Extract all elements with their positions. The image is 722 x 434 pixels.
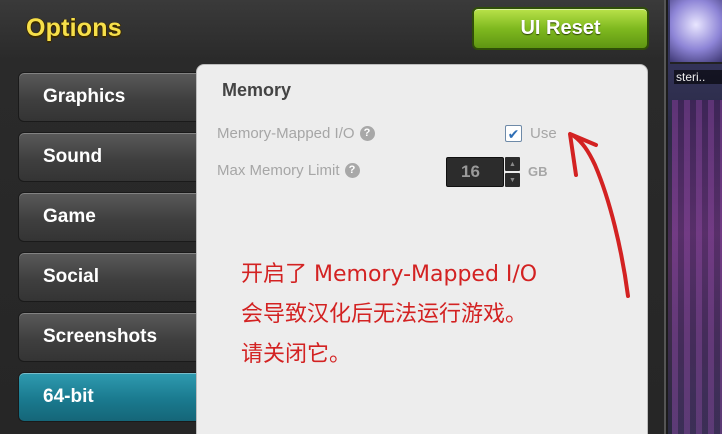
memory-mapped-row: Memory-Mapped I/O ?	[217, 125, 375, 142]
nav-item-game[interactable]: Game	[18, 192, 208, 242]
nav-item-screenshots[interactable]: Screenshots	[18, 312, 208, 362]
use-label: Use	[530, 125, 557, 142]
character-avatar	[670, 0, 722, 64]
window-title: Options	[26, 14, 122, 42]
max-memory-label: Max Memory Limit	[217, 162, 340, 179]
options-window: Options UI Reset Graphics Sound Game Soc…	[0, 0, 666, 434]
max-memory-stepper[interactable]: ▲ ▼	[505, 157, 520, 187]
memory-mapped-label: Memory-Mapped I/O	[217, 125, 355, 142]
nav-item-graphics[interactable]: Graphics	[18, 72, 208, 122]
nav-item-sound[interactable]: Sound	[18, 132, 208, 182]
max-memory-input[interactable]: 16	[446, 157, 504, 187]
unit-label: GB	[528, 164, 548, 179]
annotation-line-1: 开启了 Memory-Mapped I/O	[241, 262, 538, 287]
annotation-note: 开启了 Memory-Mapped I/O 会导致汉化后无法运行游戏。 请关闭它…	[241, 255, 641, 375]
character-name-label: steri..	[674, 70, 722, 84]
annotation-line-3: 请关闭它。	[241, 342, 352, 367]
settings-panel: Memory Memory-Mapped I/O ? ✔ Use Max Mem…	[196, 64, 648, 434]
help-icon[interactable]: ?	[344, 163, 360, 178]
stepper-up-icon[interactable]: ▲	[505, 157, 520, 171]
annotation-line-2: 会导致汉化后无法运行游戏。	[241, 302, 528, 327]
nav-item-64bit[interactable]: 64-bit	[18, 372, 208, 422]
section-title: Memory	[222, 80, 292, 100]
stepper-down-icon[interactable]: ▼	[505, 173, 520, 187]
help-icon[interactable]: ?	[359, 126, 375, 141]
memory-mapped-checkbox[interactable]: ✔	[505, 125, 522, 142]
check-icon: ✔	[507, 125, 520, 142]
ui-reset-button[interactable]: UI Reset	[472, 7, 649, 50]
nav-item-social[interactable]: Social	[18, 252, 208, 302]
game-scene	[672, 100, 722, 434]
max-memory-row: Max Memory Limit ?	[217, 162, 360, 179]
